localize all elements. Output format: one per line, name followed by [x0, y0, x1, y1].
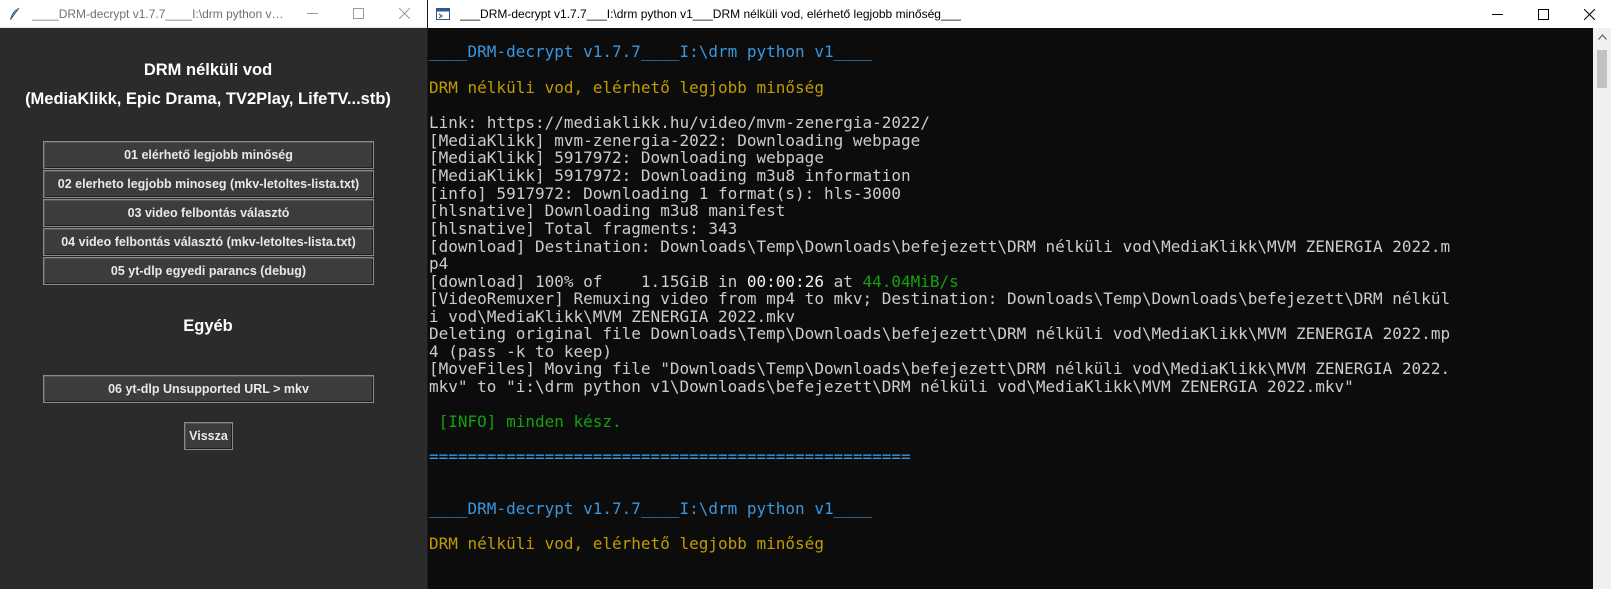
console-line: [hlsnative] Downloading m3u8 manifest	[429, 201, 786, 220]
minimize-icon	[1491, 13, 1503, 15]
console-line: mkv" to "i:\drm python v1\Downloads\befe…	[429, 377, 1354, 396]
console-header: ____DRM-decrypt v1.7.7____I:\drm python …	[429, 42, 873, 61]
close-icon	[1583, 8, 1595, 20]
chevron-up-icon	[1597, 34, 1607, 40]
scrollbar-thumb[interactable]	[1597, 50, 1607, 88]
console-window-controls	[1474, 0, 1611, 28]
maximize-button[interactable]	[1520, 0, 1566, 28]
tk-feather-icon	[10, 7, 20, 20]
console-line: p4	[429, 254, 449, 273]
gui-window-controls	[289, 0, 427, 28]
console-header: ____DRM-decrypt v1.7.7____I:\drm python …	[429, 499, 873, 518]
resolution-picker-button[interactable]: 03 video felbontás választó	[43, 199, 374, 227]
console-output[interactable]: ____DRM-decrypt v1.7.7____I:\drm python …	[428, 28, 1594, 589]
console-line: [VideoRemuxer] Remuxing video from mp4 t…	[429, 289, 1451, 308]
best-quality-button[interactable]: 01 elérhető legjobb minőség	[43, 141, 374, 169]
unsupported-url-button[interactable]: 06 yt-dlp Unsupported URL > mkv	[43, 375, 374, 403]
console-window-title: ___DRM-decrypt v1.7.7___I:\drm python v1…	[460, 7, 961, 21]
best-quality-list-button[interactable]: 02 elerheto legjobb minoseg (mkv-letolte…	[43, 170, 374, 198]
maximize-icon	[352, 8, 364, 19]
console-subheader: DRM nélküli vod, elérhető legjobb minősé…	[429, 78, 824, 97]
resolution-picker-list-button[interactable]: 04 video felbontás választó (mkv-letolte…	[43, 228, 374, 256]
gui-content: DRM nélküli vod (MediaKlikk, Epic Drama,…	[0, 29, 427, 589]
minimize-button[interactable]	[289, 0, 335, 28]
console-line: [MediaKlikk] 5917972: Downloading webpag…	[429, 148, 824, 167]
console-subheader: DRM nélküli vod, elérhető legjobb minősé…	[429, 534, 824, 553]
minimize-icon	[306, 13, 318, 14]
gui-window-title: ____DRM-decrypt v1.7.7____I:\drm python …	[32, 6, 289, 21]
close-button[interactable]	[381, 0, 427, 28]
custom-command-button[interactable]: 05 yt-dlp egyedi parancs (debug)	[43, 257, 374, 285]
gui-window: ____DRM-decrypt v1.7.7____I:\drm python …	[0, 0, 427, 589]
console-line: Link: https://mediaklikk.hu/video/mvm-ze…	[429, 113, 930, 132]
console-line: [MoveFiles] Moving file "Downloads\Temp\…	[429, 359, 1451, 378]
gui-titlebar[interactable]: ____DRM-decrypt v1.7.7____I:\drm python …	[0, 0, 427, 28]
back-button[interactable]: Vissza	[184, 422, 233, 450]
section-subheading: (MediaKlikk, Epic Drama, TV2Play, LifeTV…	[25, 90, 391, 108]
other-section-heading: Egyéb	[183, 317, 233, 335]
separator-line: ========================================…	[429, 447, 911, 466]
minimize-button[interactable]	[1474, 0, 1520, 28]
console-titlebar[interactable]: ___DRM-decrypt v1.7.7___I:\drm python v1…	[428, 0, 1611, 28]
console-line: [hlsnative] Total fragments: 343	[429, 219, 738, 238]
close-icon	[398, 8, 410, 19]
console-line: [MediaKlikk] 5917972: Downloading m3u8 i…	[429, 166, 911, 185]
python-launcher-icon	[436, 8, 450, 20]
maximize-button[interactable]	[335, 0, 381, 28]
console-window: ___DRM-decrypt v1.7.7___I:\drm python v1…	[427, 0, 1611, 589]
maximize-icon	[1537, 8, 1549, 20]
close-button[interactable]	[1566, 0, 1611, 28]
console-line: [download] Destination: Downloads\Temp\D…	[429, 237, 1451, 256]
scroll-up-button[interactable]	[1593, 28, 1611, 46]
console-scrollbar[interactable]	[1593, 28, 1611, 589]
info-done-line: [INFO] minden kész.	[429, 412, 622, 431]
console-line: Deleting original file Downloads\Temp\Do…	[429, 324, 1451, 343]
section-heading: DRM nélküli vod	[143, 61, 273, 79]
